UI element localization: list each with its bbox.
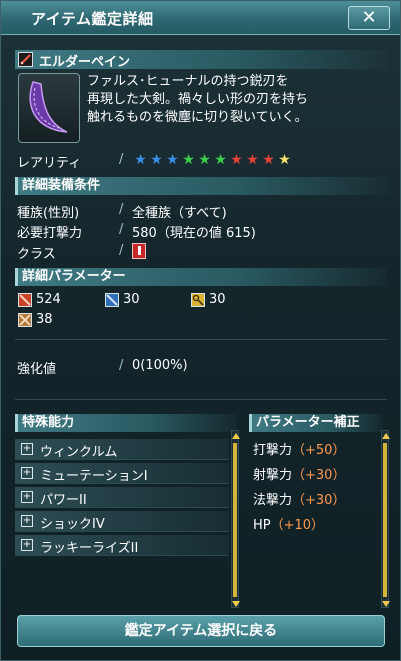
- rarity-star-icon: ★: [262, 152, 275, 168]
- item-description: ファルス･ヒューナルの持つ鋭刃を 再現した大剣。禍々しい形の刃を持ち 触れるもの…: [87, 73, 387, 127]
- sword-icon: [18, 52, 33, 67]
- rarity-star-icon: ★: [214, 152, 227, 168]
- bonus-row: HP（+10）: [253, 514, 324, 533]
- rarity-stars: ★ ★ ★ ★ ★ ★ ★ ★ ★ ★: [132, 152, 292, 168]
- ability-row[interactable]: + パワーII: [15, 487, 229, 508]
- scroll-down-icon[interactable]: [382, 601, 390, 607]
- rarity-star-icon: ★: [166, 152, 179, 168]
- parameters-header: 詳細パラメーター: [15, 268, 387, 286]
- race-label: 種族(性別): [17, 206, 80, 221]
- attack-requirement-value: 580（現在の値 615): [132, 226, 256, 241]
- rarity-star-icon: ★: [134, 152, 147, 168]
- item-appraisal-window: アイテム鑑定詳細 ✕ エルダーペイン ファルス･ヒューナルの持つ鋭刃を 再現した…: [0, 0, 401, 661]
- item-name-header: エルダーペイン: [15, 50, 387, 70]
- expand-plus-icon: +: [21, 539, 33, 551]
- bonus-value: （+10）: [270, 518, 325, 533]
- ability-name: ウィンクルム: [40, 445, 118, 460]
- ranged-power-icon: [105, 293, 119, 307]
- grind-label: 強化値: [17, 362, 57, 377]
- ability-row[interactable]: + ラッキーライズII: [15, 535, 229, 556]
- description-line: ファルス･ヒューナルの持つ鋭刃を: [87, 74, 289, 89]
- divider: [15, 399, 387, 400]
- bonus-value: （+30）: [292, 493, 346, 508]
- technique-power-value: 30: [209, 292, 226, 307]
- special-abilities-header: 特殊能力: [15, 414, 237, 432]
- separator: /: [119, 358, 124, 373]
- dexterity-value: 38: [36, 312, 53, 327]
- ranged-power-value: 30: [123, 292, 140, 307]
- close-button[interactable]: ✕: [348, 6, 390, 30]
- dexterity-icon: [18, 313, 32, 327]
- bonus-label: 法撃力: [253, 493, 293, 508]
- scroll-thumb[interactable]: [233, 443, 237, 597]
- hunter-class-icon: [132, 243, 146, 259]
- ability-name: ラッキーライズII: [40, 541, 139, 556]
- grind-value: 0(100%): [132, 358, 188, 373]
- abilities-scrollbar[interactable]: [231, 430, 240, 608]
- description-line: 触れるものを微塵に切り裂いていく。: [87, 110, 308, 125]
- parameter-bonus-panel: パラメーター補正 打撃力（+50） 射撃力（+30） 法撃力（+30） HP（+…: [249, 412, 390, 608]
- race-value: 全種族（すべて): [132, 206, 227, 221]
- scroll-up-icon[interactable]: [382, 433, 390, 439]
- back-to-selection-button[interactable]: 鑑定アイテム選択に戻る: [17, 615, 385, 647]
- separator: /: [119, 222, 124, 237]
- rarity-star-icon: ★: [278, 152, 291, 168]
- ability-row[interactable]: + ショックIV: [15, 511, 229, 532]
- rarity-star-icon: ★: [182, 152, 195, 168]
- rarity-star-icon: ★: [230, 152, 243, 168]
- parameter-bonus-header: パラメーター補正: [249, 414, 383, 432]
- window-title: アイテム鑑定詳細: [31, 10, 154, 28]
- bonus-label: 射撃力: [253, 468, 293, 483]
- ability-name: ミューテーションI: [40, 469, 148, 484]
- special-abilities-panel: 特殊能力 + ウィンクルム + ミューテーションI + パワーII + ショック…: [15, 412, 243, 608]
- ability-row[interactable]: + ウィンクルム: [15, 439, 229, 460]
- melee-power-icon: [18, 293, 32, 307]
- bonus-row: 打撃力（+50）: [253, 439, 345, 458]
- rarity-star-icon: ★: [150, 152, 163, 168]
- separator: /: [119, 202, 124, 217]
- bonus-row: 法撃力（+30）: [253, 489, 345, 508]
- item-name: エルダーペイン: [39, 55, 131, 70]
- separator: /: [119, 243, 124, 258]
- separator: /: [119, 152, 124, 167]
- scroll-thumb[interactable]: [383, 443, 387, 597]
- bonus-label: HP: [253, 518, 271, 533]
- scroll-down-icon[interactable]: [232, 601, 240, 607]
- expand-plus-icon: +: [21, 443, 33, 455]
- expand-plus-icon: +: [21, 491, 33, 503]
- title-bar: アイテム鑑定詳細 ✕: [1, 1, 400, 35]
- item-thumbnail: [18, 73, 80, 143]
- rarity-star-icon: ★: [198, 152, 211, 168]
- scroll-up-icon[interactable]: [232, 433, 240, 439]
- ability-name: パワーII: [40, 493, 87, 508]
- ability-row[interactable]: + ミューテーションI: [15, 463, 229, 484]
- bonus-label: 打撃力: [253, 443, 293, 458]
- rarity-star-icon: ★: [246, 152, 259, 168]
- expand-plus-icon: +: [21, 467, 33, 479]
- equip-conditions-header: 詳細装備条件: [15, 177, 387, 195]
- bonus-value: （+50）: [292, 443, 346, 458]
- melee-power-value: 524: [36, 292, 61, 307]
- bonus-value: （+30）: [292, 468, 346, 483]
- ability-name: ショックIV: [40, 517, 105, 532]
- expand-plus-icon: +: [21, 515, 33, 527]
- bonus-scrollbar[interactable]: [381, 430, 390, 608]
- attack-requirement-label: 必要打撃力: [17, 226, 83, 241]
- bonus-row: 射撃力（+30）: [253, 464, 345, 483]
- rarity-label: レアリティ: [17, 156, 82, 171]
- technique-power-icon: [191, 293, 205, 307]
- divider: [15, 339, 387, 340]
- class-label: クラス: [17, 247, 56, 262]
- description-line: 再現した大剣。禍々しい形の刃を持ち: [87, 92, 309, 107]
